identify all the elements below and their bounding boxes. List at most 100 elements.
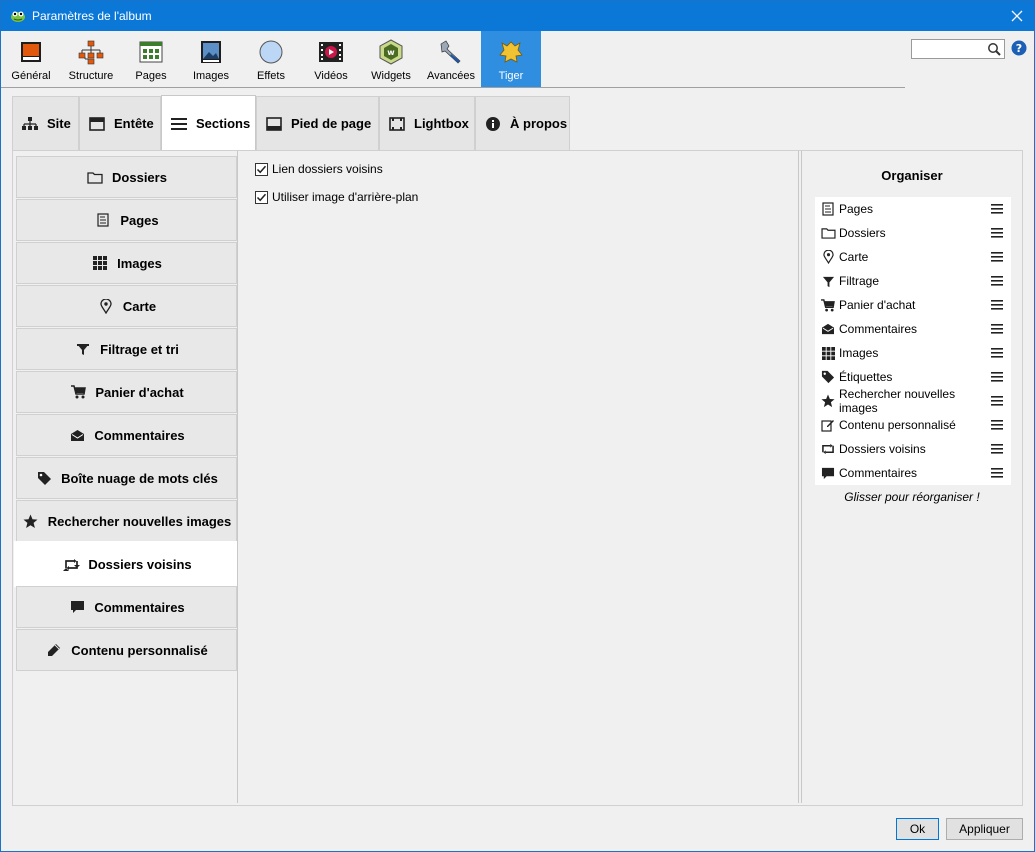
check-icon xyxy=(256,193,267,201)
drag-handle-icon[interactable] xyxy=(991,324,1003,334)
organiser-item-filter[interactable]: Filtrage xyxy=(815,269,1011,293)
title-bar: Paramètres de l'album xyxy=(1,1,1034,31)
organiser-item-comments[interactable]: Commentaires xyxy=(815,317,1011,341)
section-label: Filtrage et tri xyxy=(100,341,179,357)
lightbox-icon xyxy=(388,115,406,133)
grid-icon xyxy=(820,345,836,361)
section-label: Commentaires xyxy=(94,599,185,615)
grid-icon xyxy=(91,255,109,271)
sections-panel: Dossiers Pages Images Carte Filtrage et … xyxy=(12,150,1023,806)
organiser-item-folders[interactable]: Dossiers xyxy=(815,221,1011,245)
settings-window: Paramètres de l'album Général Structure … xyxy=(0,0,1035,852)
section-item-comments-2[interactable]: Commentaires xyxy=(16,586,237,628)
organiser-label: Panier d'achat xyxy=(839,298,916,312)
organiser-item-images[interactable]: Images xyxy=(815,341,1011,365)
organiser-label: Images xyxy=(839,346,879,360)
search-input[interactable] xyxy=(911,39,1005,59)
toolbar-label: Widgets xyxy=(371,70,411,82)
envelope-open-icon xyxy=(68,427,86,443)
toolbar-advanced[interactable]: Avancées xyxy=(421,31,481,87)
toolbar-images[interactable]: Images xyxy=(181,31,241,87)
drag-handle-icon[interactable] xyxy=(991,396,1003,406)
drag-handle-icon[interactable] xyxy=(991,348,1003,358)
checkbox-label: Lien dossiers voisins xyxy=(272,162,383,176)
section-label: Contenu personnalisé xyxy=(71,642,208,658)
link-neighbors-checkbox[interactable]: Lien dossiers voisins xyxy=(255,162,383,176)
ok-button[interactable]: Ok xyxy=(896,818,939,840)
section-item-custom-content[interactable]: Contenu personnalisé xyxy=(16,629,237,671)
drag-handle-icon[interactable] xyxy=(991,444,1003,454)
help-icon[interactable]: ? xyxy=(1011,40,1027,56)
section-item-cart[interactable]: Panier d'achat xyxy=(16,371,237,413)
toolbar-tiger[interactable]: Tiger xyxy=(481,31,541,87)
drag-handle-icon[interactable] xyxy=(991,276,1003,286)
close-button[interactable] xyxy=(1000,1,1034,31)
drag-handle-icon[interactable] xyxy=(991,468,1003,478)
tab-sections[interactable]: Sections xyxy=(161,95,256,151)
toolbar-structure[interactable]: Structure xyxy=(61,31,121,87)
tag-icon xyxy=(820,369,836,385)
envelope-open-icon xyxy=(820,321,836,337)
map-marker-icon xyxy=(820,249,836,265)
edit-icon xyxy=(820,417,836,433)
toolbar-effects[interactable]: Effets xyxy=(241,31,301,87)
section-item-tag-cloud[interactable]: Boîte nuage de mots clés xyxy=(16,457,237,499)
drag-handle-icon[interactable] xyxy=(991,252,1003,262)
star-icon xyxy=(820,393,836,409)
organiser-item-neighbors[interactable]: Dossiers voisins xyxy=(815,437,1011,461)
organiser-item-pages[interactable]: Pages xyxy=(815,197,1011,221)
tab-header[interactable]: Entête xyxy=(79,96,161,150)
drag-handle-icon[interactable] xyxy=(991,372,1003,382)
drag-handle-icon[interactable] xyxy=(991,300,1003,310)
tab-footer[interactable]: Pied de page xyxy=(256,96,379,150)
close-icon xyxy=(1011,10,1023,22)
organiser-panel: Organiser Pages Dossiers Carte Filtrage … xyxy=(801,151,1022,803)
toolbar-widgets[interactable]: w Widgets xyxy=(361,31,421,87)
tab-lightbox[interactable]: Lightbox xyxy=(379,96,475,150)
section-item-pages[interactable]: Pages xyxy=(16,199,237,241)
toolbar-label: Effets xyxy=(257,70,285,82)
tab-site[interactable]: Site xyxy=(12,96,79,150)
section-item-images[interactable]: Images xyxy=(16,242,237,284)
organiser-label: Commentaires xyxy=(839,322,918,336)
comment-icon xyxy=(820,465,836,481)
organiser-label: Contenu personnalisé xyxy=(839,418,956,432)
apply-button[interactable]: Appliquer xyxy=(946,818,1023,840)
section-item-neighbors[interactable]: Dossiers voisins xyxy=(14,541,240,587)
organiser-hint: Glisser pour réorganiser ! xyxy=(844,490,980,504)
organiser-item-search-new[interactable]: Rechercher nouvelles images xyxy=(815,387,1011,415)
toolbar-label: Pages xyxy=(135,70,167,82)
tag-icon xyxy=(35,470,53,486)
section-label: Boîte nuage de mots clés xyxy=(61,470,218,486)
drag-handle-icon[interactable] xyxy=(991,204,1003,214)
app-logo-icon xyxy=(10,8,26,24)
search-icon[interactable] xyxy=(987,42,1001,56)
folder-icon xyxy=(820,225,836,241)
use-background-checkbox[interactable]: Utiliser image d'arrière-plan xyxy=(255,190,418,204)
organiser-label: Carte xyxy=(839,250,869,264)
drag-handle-icon[interactable] xyxy=(991,228,1003,238)
section-item-comments[interactable]: Commentaires xyxy=(16,414,237,456)
header-icon xyxy=(88,115,106,133)
toolbar-pages[interactable]: Pages xyxy=(121,31,181,87)
toolbar-general[interactable]: Général xyxy=(1,31,61,87)
organiser-item-cart[interactable]: Panier d'achat xyxy=(815,293,1011,317)
main-toolbar: Général Structure Pages Images Effets Vi… xyxy=(1,31,1034,89)
section-item-map[interactable]: Carte xyxy=(16,285,237,327)
organiser-label: Rechercher nouvelles images xyxy=(839,387,956,415)
checkbox-box[interactable] xyxy=(255,190,268,204)
checkbox-box[interactable] xyxy=(255,162,268,176)
folder-icon xyxy=(86,169,104,185)
drag-handle-icon[interactable] xyxy=(991,420,1003,430)
section-item-search-new[interactable]: Rechercher nouvelles images xyxy=(16,500,237,542)
section-item-filter[interactable]: Filtrage et tri xyxy=(16,328,237,370)
tab-label: Lightbox xyxy=(414,116,469,131)
tab-about[interactable]: À propos xyxy=(475,96,570,150)
organiser-item-map[interactable]: Carte xyxy=(815,245,1011,269)
organiser-item-comments-2[interactable]: Commentaires xyxy=(815,461,1011,485)
organiser-list: Pages Dossiers Carte Filtrage Panier d'a… xyxy=(815,197,1011,485)
toolbar-videos[interactable]: Vidéos xyxy=(301,31,361,87)
section-item-folders[interactable]: Dossiers xyxy=(16,156,237,198)
organiser-item-custom-content[interactable]: Contenu personnalisé xyxy=(815,413,1011,437)
organiser-item-tags[interactable]: Étiquettes xyxy=(815,365,1011,389)
